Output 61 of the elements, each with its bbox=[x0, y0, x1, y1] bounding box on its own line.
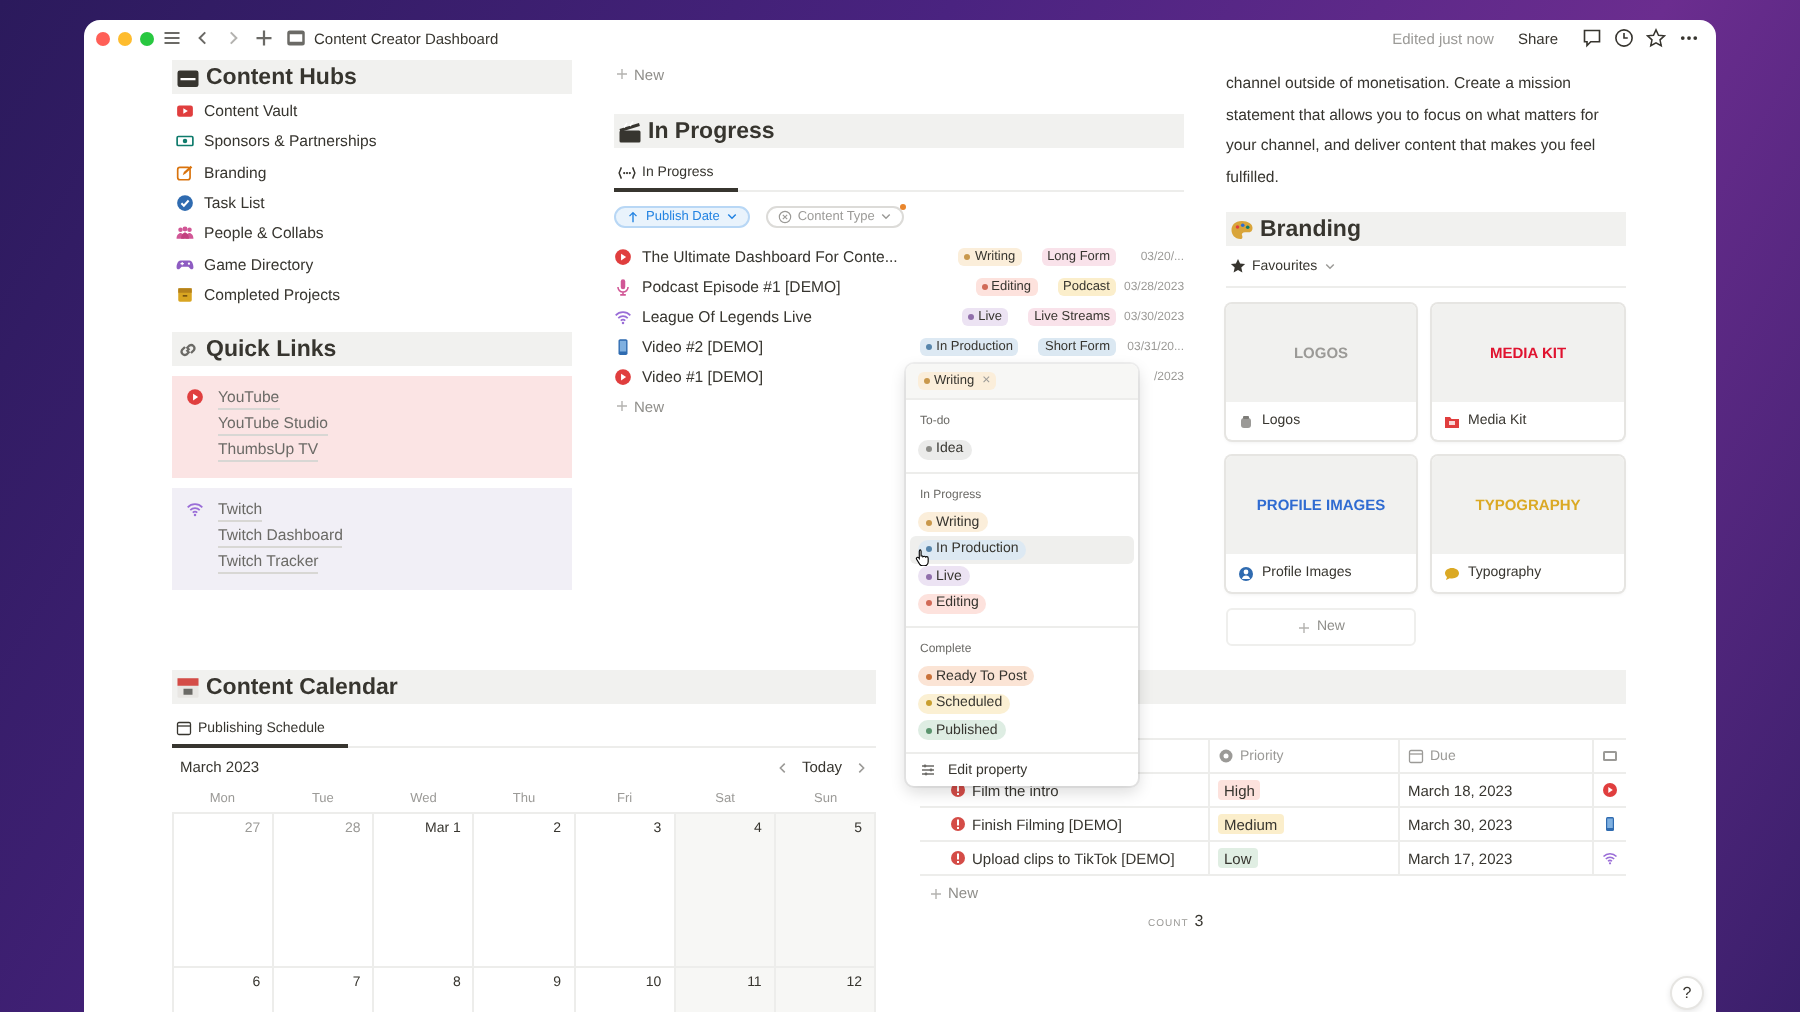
count-value: 3 bbox=[1194, 912, 1204, 930]
plus-icon bbox=[1296, 619, 1313, 635]
status-icon bbox=[1218, 748, 1234, 764]
phone-icon bbox=[614, 338, 632, 356]
chevron-down-icon bbox=[1323, 260, 1336, 272]
section-title: Content Calendar bbox=[206, 675, 398, 699]
plus-icon bbox=[614, 398, 630, 414]
microphone-icon bbox=[614, 278, 632, 296]
phone-icon bbox=[1602, 816, 1618, 832]
people-icon bbox=[176, 224, 194, 243]
clear-icon bbox=[777, 209, 792, 223]
section-title: Branding bbox=[1260, 217, 1361, 241]
pencil-icon bbox=[176, 163, 194, 182]
plus-icon[interactable] bbox=[254, 28, 274, 48]
hand-cursor-icon bbox=[914, 548, 932, 566]
next-icon[interactable] bbox=[854, 759, 868, 775]
check-icon bbox=[176, 194, 194, 213]
star-icon bbox=[1230, 258, 1246, 274]
calendar-icon bbox=[1408, 748, 1424, 764]
plus-icon bbox=[928, 885, 944, 901]
close-button[interactable] bbox=[96, 31, 110, 45]
box-icon bbox=[176, 285, 194, 304]
notification-dot bbox=[900, 204, 907, 210]
play-icon bbox=[186, 388, 204, 407]
alert-icon bbox=[950, 816, 966, 832]
wifi-icon bbox=[1602, 850, 1618, 866]
plus-icon bbox=[614, 66, 630, 82]
jar-icon bbox=[1238, 413, 1254, 429]
help-button[interactable]: ? bbox=[1670, 976, 1704, 1010]
calendar-icon bbox=[176, 720, 192, 736]
banknote-icon bbox=[176, 132, 194, 151]
play-icon bbox=[1602, 782, 1618, 798]
section-title: Content Hubs bbox=[206, 65, 357, 89]
person-icon bbox=[1238, 565, 1254, 581]
page-icon bbox=[286, 28, 306, 48]
section-title: Quick Links bbox=[206, 337, 337, 362]
back-icon[interactable] bbox=[194, 28, 212, 48]
speech-bubble-icon bbox=[1444, 565, 1460, 581]
folder-icon bbox=[1444, 413, 1460, 429]
board-icon bbox=[618, 163, 636, 181]
section-title: In Progress bbox=[648, 119, 775, 143]
clock-icon[interactable] bbox=[1614, 28, 1634, 48]
chevron-down-icon bbox=[725, 210, 738, 222]
arrow-up-icon bbox=[626, 209, 640, 223]
video-icon bbox=[176, 102, 194, 121]
clapper-icon bbox=[618, 119, 642, 143]
wifi-icon bbox=[186, 500, 204, 519]
list-icon bbox=[920, 762, 936, 778]
wifi-icon bbox=[614, 308, 632, 326]
play-icon bbox=[614, 248, 632, 266]
palette-icon bbox=[1230, 217, 1254, 241]
menu-icon[interactable] bbox=[162, 28, 182, 48]
gamepad-icon bbox=[176, 255, 194, 274]
star-icon bbox=[1646, 28, 1666, 48]
comment-icon[interactable] bbox=[1582, 28, 1602, 48]
previous-icon[interactable] bbox=[775, 759, 790, 775]
play-icon bbox=[614, 368, 632, 386]
chevron-down-icon bbox=[880, 210, 893, 222]
alert-icon bbox=[950, 850, 966, 866]
tv-icon bbox=[1602, 748, 1618, 764]
drawer-icon bbox=[176, 65, 200, 89]
